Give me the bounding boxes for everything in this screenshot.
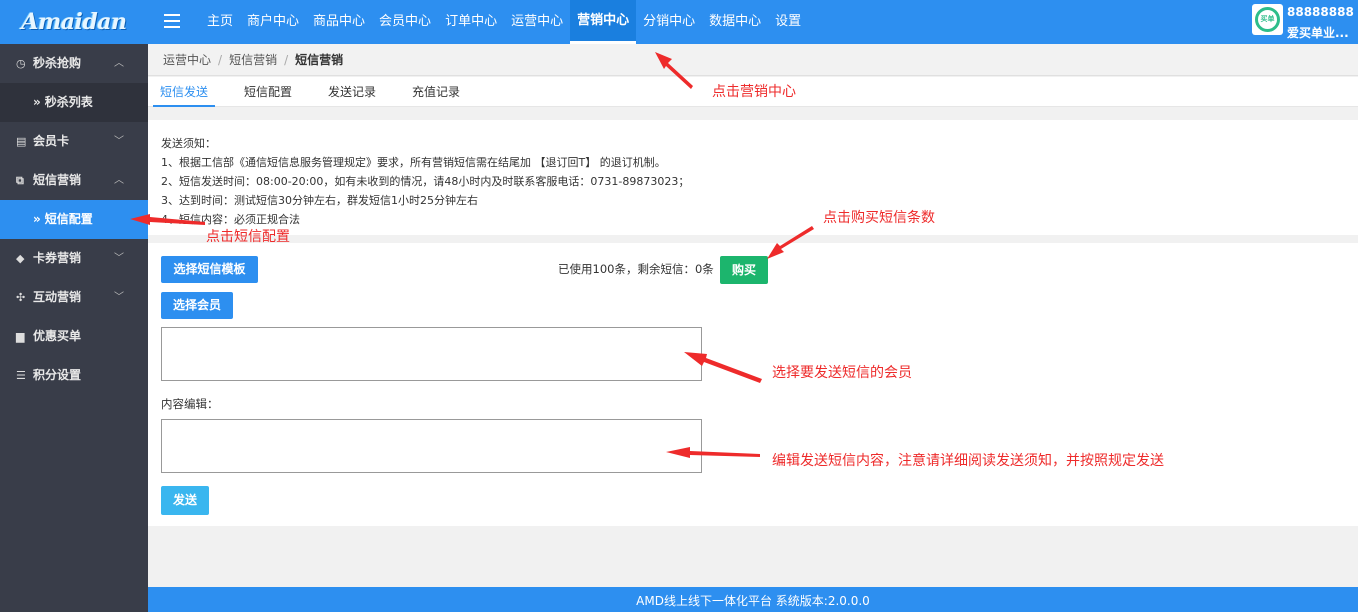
sidebar-item-member-card[interactable]: ▤ 会员卡 ﹀ [0,122,148,161]
notice-line: 1、根据工信部《通信短信息服务管理规定》要求，所有营销短信需在结尾加 【退订回T… [161,156,666,169]
nav-operation[interactable]: 运营中心 [504,0,570,44]
buy-button[interactable]: 购买 [720,256,768,284]
annotation-click-marketing: 点击营销中心 [712,84,796,100]
sidebar-item-label: 秒杀列表 [44,95,93,109]
sms-send-form: 选择短信模板 已使用100条，剩余短信：0条 购买 选择会员 内容编辑： 发送 [148,243,1358,526]
breadcrumb-separator: / [218,53,223,67]
nav-merchant[interactable]: 商户中心 [240,0,306,44]
logo-text: Amaidan [21,9,127,35]
annotation-edit-content: 编辑发送短信内容，注意请详细阅读发送须知，并按照规定发送 [772,453,1164,469]
avatar-logo-text: 买单 [1255,7,1280,32]
sidebar-item-label: 短信配置 [44,212,93,226]
annotation-select-members: 选择要发送短信的会员 [772,365,912,381]
tab-sms-config[interactable]: 短信配置 [237,77,299,107]
member-textarea[interactable] [161,327,702,381]
sidebar: ◷ 秒杀抢购 ︿ » 秒杀列表 ▤ 会员卡 ﹀ ⧉ 短信营销 ︿ » 短信配置 ◆ … [0,44,148,612]
nav-home[interactable]: 主页 [200,0,240,44]
notice-line: 2、短信发送时间：08:00-20:00，如有未收到的情况，请48小时内及时联系… [161,175,690,188]
puzzle-icon: ✣ [16,291,26,304]
sidebar-item-sms-marketing[interactable]: ⧉ 短信营销 ︿ [0,161,148,200]
logo[interactable]: Amaidan [0,0,148,44]
chevron-down-icon: ﹀ [114,136,124,147]
sidebar-item-label: 积分设置 [33,368,82,382]
annotation-click-sms-config: 点击短信配置 [206,229,290,245]
breadcrumb-operation[interactable]: 运营中心 [163,53,211,67]
double-chevron-icon: » [33,212,41,226]
sidebar-item-points-settings[interactable]: ☰ 积分设置 [0,356,148,395]
sidebar-item-interactive-marketing[interactable]: ✣ 互动营销 ﹀ [0,278,148,317]
notice-title: 发送须知： [161,137,216,150]
nav-member[interactable]: 会员中心 [372,0,438,44]
sidebar-item-flash-sale[interactable]: ◷ 秒杀抢购 ︿ [0,44,148,83]
sidebar-item-label: 短信营销 [33,173,82,187]
top-bar: Amaidan 主页 商户中心 商品中心 会员中心 订单中心 运营中心 营销中心… [0,0,1358,44]
tag-icon: ◆ [16,252,25,265]
nav-order[interactable]: 订单中心 [438,0,504,44]
user-id: 88888888 [1287,5,1354,19]
breadcrumb-current: 短信营销 [295,53,344,67]
nav-settings[interactable]: 设置 [768,0,808,44]
content-label: 内容编辑： [161,397,219,411]
chevron-up-icon: ︿ [114,175,124,186]
chevron-up-icon: ︿ [114,58,124,69]
nav-goods[interactable]: 商品中心 [306,0,372,44]
chevron-down-icon: ﹀ [114,292,124,303]
briefcase-icon: ▆ [16,330,25,343]
sidebar-item-coupon-marketing[interactable]: ◆ 卡券营销 ﹀ [0,239,148,278]
top-nav: 主页 商户中心 商品中心 会员中心 订单中心 运营中心 营销中心 分销中心 数据… [200,0,808,44]
chevron-down-icon: ﹀ [114,253,124,264]
clock-icon: ◷ [16,57,26,70]
sidebar-item-label: 互动营销 [33,290,82,304]
select-template-button[interactable]: 选择短信模板 [161,256,258,283]
sidebar-item-label: 优惠买单 [33,329,82,343]
menu-toggle-icon[interactable] [164,14,180,28]
sms-usage-text: 已使用100条，剩余短信：0条 [558,262,714,276]
nav-marketing[interactable]: 营销中心 [570,0,637,44]
notice-line: 3、达到时间：测试短信30分钟左右，群发短信1小时25分钟左右 [161,194,478,207]
nav-data[interactable]: 数据中心 [702,0,768,44]
send-notice: 发送须知： 1、根据工信部《通信短信息服务管理规定》要求，所有营销短信需在结尾加… [148,120,1358,235]
breadcrumb-sms[interactable]: 短信营销 [229,53,277,67]
tab-send-records[interactable]: 发送记录 [321,77,383,107]
user-menu[interactable]: 买单 88888888 爱买单业... [1251,0,1358,44]
tab-sms-send[interactable]: 短信发送 [153,77,216,107]
nav-distribution[interactable]: 分销中心 [636,0,702,44]
sidebar-subitem-flash-list[interactable]: » 秒杀列表 [0,83,148,122]
sidebar-item-label: 秒杀抢购 [33,56,82,70]
breadcrumb: 运营中心 / 短信营销 / 短信营销 [148,44,1358,76]
sidebar-item-label: 卡券营销 [33,251,82,265]
sidebar-item-discount-pay[interactable]: ▆ 优惠买单 [0,317,148,356]
footer: AMD线上线下一体化平台 系统版本:2.0.0.0 [148,587,1358,612]
copy-icon: ⧉ [16,174,24,187]
content-textarea[interactable] [161,419,702,473]
notice-line: 4、短信内容：必须正规合法 [161,213,300,226]
annotation-click-buy: 点击购买短信条数 [823,210,935,226]
breadcrumb-separator: / [284,53,289,67]
select-member-button[interactable]: 选择会员 [161,292,233,319]
sidebar-item-label: 会员卡 [33,134,70,148]
send-button[interactable]: 发送 [161,486,209,515]
database-icon: ☰ [16,369,26,382]
user-name: 爱买单业... [1287,26,1349,40]
double-chevron-icon: » [33,95,41,109]
avatar[interactable]: 买单 [1252,4,1283,35]
card-icon: ▤ [16,135,27,148]
sidebar-subitem-sms-config[interactable]: » 短信配置 [0,200,148,239]
tab-recharge-records[interactable]: 充值记录 [405,77,467,107]
